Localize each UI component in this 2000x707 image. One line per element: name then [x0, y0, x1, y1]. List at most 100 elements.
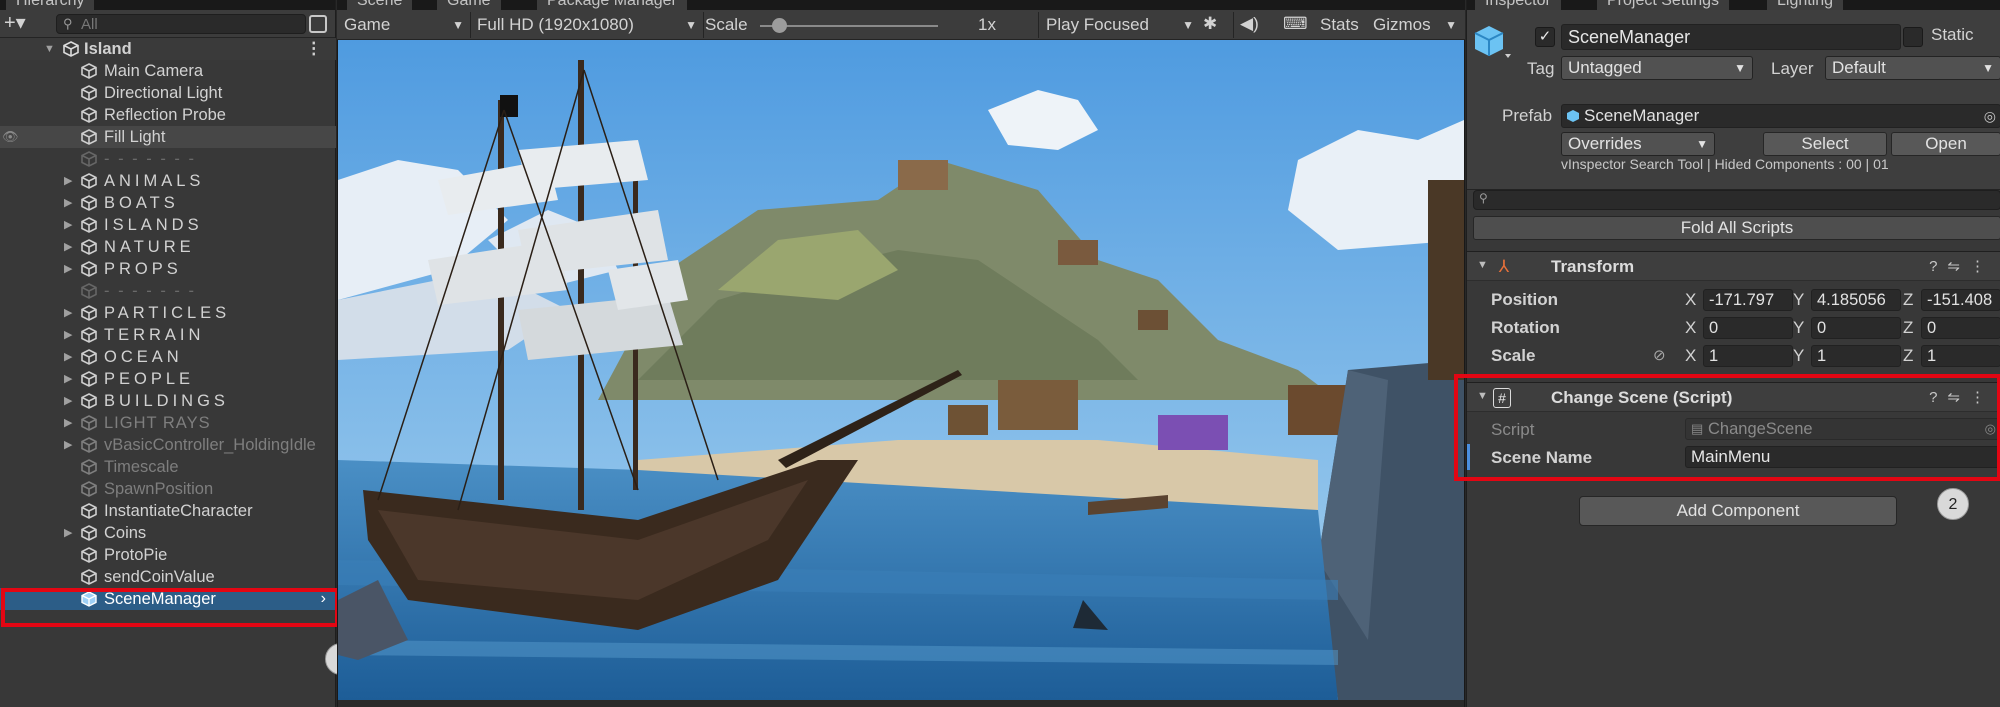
- position-x-field[interactable]: -171.797: [1703, 289, 1793, 311]
- rotation-x-field[interactable]: 0: [1703, 317, 1793, 339]
- expand-arrow-icon[interactable]: ▶: [64, 434, 72, 456]
- transform-component-header[interactable]: ▼ ⅄ Transform ?⇋⋮: [1467, 251, 2000, 281]
- expand-arrow-icon[interactable]: ▶: [64, 346, 72, 368]
- object-picker-icon[interactable]: ◎: [1984, 105, 1996, 127]
- display-dropdown[interactable]: Game ▼: [344, 13, 464, 37]
- game-viewport[interactable]: [338, 40, 1464, 700]
- expand-arrow-icon[interactable]: ▶: [64, 258, 72, 280]
- expand-arrow-icon[interactable]: ▼: [44, 38, 55, 60]
- hierarchy-group[interactable]: ▶ PROPS: [0, 258, 336, 280]
- position-z-field[interactable]: -151.408: [1921, 289, 2000, 311]
- hierarchy-separator[interactable]: - - - - - - -: [0, 148, 336, 170]
- tag-dropdown-value: Untagged: [1568, 58, 1642, 77]
- hierarchy-group[interactable]: ▶ PARTICLES: [0, 302, 336, 324]
- tab-scene[interactable]: Scene: [347, 0, 413, 10]
- expand-arrow-icon[interactable]: ▶: [64, 236, 72, 258]
- prefab-select-button[interactable]: Select: [1763, 132, 1887, 156]
- layer-dropdown[interactable]: Default ▼: [1825, 56, 2000, 80]
- hierarchy-item-selected[interactable]: SceneManager ›: [0, 588, 336, 610]
- hierarchy-search-input[interactable]: ⚲ All: [56, 14, 306, 34]
- scale-value: 1x: [978, 15, 996, 34]
- change-scene-component-header[interactable]: ▼ # Change Scene (Script) ?⇋⋮: [1467, 382, 2000, 412]
- tab-inspector[interactable]: Inspector: [1475, 0, 1561, 10]
- hierarchy-item-inactive[interactable]: Timescale: [0, 456, 336, 478]
- stats-button[interactable]: Stats: [1320, 13, 1359, 37]
- transform-axes-icon: ⅄: [1498, 257, 1510, 276]
- hierarchy-separator[interactable]: - - - - - - -: [0, 280, 336, 302]
- component-header-icons[interactable]: ?⇋⋮: [1929, 388, 1995, 406]
- expand-arrow-icon[interactable]: ▶: [64, 368, 72, 390]
- scene-root-row[interactable]: ▼ Island ⋮: [0, 38, 336, 60]
- visibility-eye-icon[interactable]: 👁: [2, 126, 19, 148]
- fold-all-scripts-button[interactable]: Fold All Scripts: [1473, 216, 2000, 240]
- component-search-input[interactable]: ⚲: [1473, 190, 2000, 210]
- hierarchy-item-inactive[interactable]: ▶ vBasicController_HoldingIdle: [0, 434, 336, 456]
- tab-lighting[interactable]: Lighting: [1767, 0, 1844, 10]
- scale-slider-handle[interactable]: [772, 18, 787, 33]
- scale-z-field[interactable]: 1: [1921, 345, 2000, 367]
- play-mode-dropdown[interactable]: Play Focused ▼: [1046, 13, 1194, 37]
- expand-arrow-icon[interactable]: ▶: [64, 170, 72, 192]
- hierarchy-item[interactable]: sendCoinValue: [0, 566, 336, 588]
- expand-arrow-icon[interactable]: ▶: [64, 412, 72, 434]
- prefab-object-field[interactable]: SceneManager ◎: [1561, 104, 2000, 128]
- scale-x-field[interactable]: 1: [1703, 345, 1793, 367]
- hierarchy-item[interactable]: Directional Light: [0, 82, 336, 104]
- gameobject-cube-icon: [81, 591, 97, 607]
- hierarchy-item-inactive[interactable]: SpawnPosition: [0, 478, 336, 500]
- hierarchy-group-inactive[interactable]: ▶ LIGHT RAYS: [0, 412, 336, 434]
- add-component-button[interactable]: Add Component: [1579, 496, 1897, 526]
- tab-package-manager[interactable]: Package Manager: [537, 0, 687, 10]
- hierarchy-group[interactable]: ▶ BOATS: [0, 192, 336, 214]
- hierarchy-item[interactable]: InstantiateCharacter: [0, 500, 336, 522]
- constrain-proportions-link-icon[interactable]: ⊘: [1653, 346, 1666, 364]
- expand-arrow-icon[interactable]: ▶: [64, 522, 72, 544]
- bug-icon[interactable]: ✱: [1203, 14, 1217, 34]
- hierarchy-group[interactable]: ▶ NATURE: [0, 236, 336, 258]
- object-name-field[interactable]: SceneManager: [1561, 24, 1901, 50]
- tab-hierarchy[interactable]: Hierarchy: [6, 0, 95, 10]
- hierarchy-item[interactable]: Reflection Probe: [0, 104, 336, 126]
- hierarchy-group[interactable]: ▶ BUILDINGS: [0, 390, 336, 412]
- hierarchy-group[interactable]: ▶ TERRAIN: [0, 324, 336, 346]
- scene-visibility-icon[interactable]: [309, 15, 327, 33]
- hierarchy-group[interactable]: ▶ PEOPLE: [0, 368, 336, 390]
- resolution-dropdown[interactable]: Full HD (1920x1080) ▼: [477, 13, 697, 37]
- position-y-field[interactable]: 4.185056: [1811, 289, 1901, 311]
- overrides-dropdown[interactable]: Overrides ▼: [1561, 132, 1715, 156]
- create-dropdown-button[interactable]: +▾: [4, 12, 36, 34]
- tab-project-settings[interactable]: Project Settings: [1597, 0, 1730, 10]
- gameobject-cube-icon: [81, 129, 97, 145]
- expand-arrow-icon[interactable]: ▶: [64, 214, 72, 236]
- expand-arrow-icon[interactable]: ▶: [64, 324, 72, 346]
- chevron-right-icon[interactable]: ›: [321, 588, 326, 610]
- active-checkbox[interactable]: ✓: [1535, 27, 1555, 47]
- static-checkbox[interactable]: [1903, 27, 1923, 47]
- hierarchy-group[interactable]: ▶ ISLANDS: [0, 214, 336, 236]
- scene-name-input[interactable]: MainMenu: [1685, 446, 2000, 468]
- expand-arrow-icon[interactable]: ▶: [64, 192, 72, 214]
- tag-dropdown[interactable]: Untagged ▼: [1561, 56, 1753, 80]
- hierarchy-item[interactable]: ▶ Coins: [0, 522, 336, 544]
- scale-y-field[interactable]: 1: [1811, 345, 1901, 367]
- audio-mute-icon[interactable]: ◀): [1240, 14, 1259, 34]
- kebab-menu-icon[interactable]: ⋮: [306, 38, 323, 60]
- hierarchy-item[interactable]: Main Camera: [0, 60, 336, 82]
- hierarchy-group[interactable]: ▶ OCEAN: [0, 346, 336, 368]
- component-header-icons[interactable]: ?⇋⋮: [1929, 257, 1995, 275]
- expand-arrow-icon[interactable]: ▶: [64, 390, 72, 412]
- callout-badge-2: 2: [1937, 488, 1969, 520]
- fold-arrow-icon[interactable]: ▼: [1477, 390, 1488, 402]
- expand-arrow-icon[interactable]: ▶: [64, 302, 72, 324]
- hierarchy-group[interactable]: ▶ ANIMALS: [0, 170, 336, 192]
- rotation-z-field[interactable]: 0: [1921, 317, 2000, 339]
- tab-game[interactable]: Game: [437, 0, 501, 10]
- keyboard-icon[interactable]: ⌨: [1283, 14, 1308, 34]
- rotation-y-field[interactable]: 0: [1811, 317, 1901, 339]
- gizmos-dropdown[interactable]: Gizmos ▼: [1373, 13, 1457, 37]
- fold-arrow-icon[interactable]: ▼: [1477, 259, 1488, 271]
- viewport-horizontal-scrollbar[interactable]: [338, 700, 1464, 707]
- hierarchy-item[interactable]: ProtoPie: [0, 544, 336, 566]
- prefab-open-button[interactable]: Open: [1891, 132, 2000, 156]
- hierarchy-item-hovered[interactable]: 👁 Fill Light: [0, 126, 336, 148]
